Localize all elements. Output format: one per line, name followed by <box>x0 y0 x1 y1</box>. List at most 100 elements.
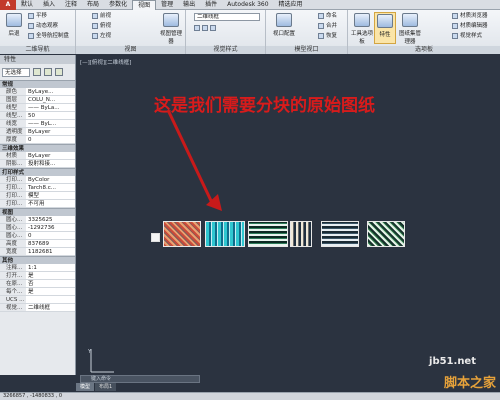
property-row[interactable]: 圆心... 3325625 <box>0 216 75 224</box>
tab-layout[interactable]: 布局 <box>82 0 104 10</box>
property-row[interactable]: 线型... 50 <box>0 112 75 120</box>
property-row[interactable]: 打印... ByColor <box>0 176 75 184</box>
selection-combo[interactable]: 无选择 <box>2 67 30 77</box>
property-row[interactable]: 宽度 1182681 <box>0 248 75 256</box>
visual-style-tools[interactable] <box>194 24 218 33</box>
edge-icon <box>202 24 208 31</box>
property-row[interactable]: 在原... 否 <box>0 280 75 288</box>
material-icon <box>452 12 458 19</box>
property-value[interactable]: ByLaye... <box>26 88 75 95</box>
property-value[interactable]: 是 <box>26 272 75 279</box>
property-value[interactable]: 不可用 <box>26 200 75 207</box>
property-value[interactable]: 0 <box>26 136 75 143</box>
property-value[interactable]: 二维线框 <box>26 304 75 311</box>
properties-button[interactable]: 特性 <box>374 12 396 44</box>
named-viewport-button[interactable]: 命名 <box>318 12 337 21</box>
back-button[interactable]: 后退 <box>3 12 25 44</box>
property-row[interactable]: 圆心... -1292736 <box>0 224 75 232</box>
full-wheel-button[interactable]: 全导航控制盘 <box>28 32 69 41</box>
property-value[interactable]: Tarch8.c... <box>26 184 75 191</box>
section-header[interactable]: 三维效果 <box>0 144 75 152</box>
property-value[interactable]: —— ByL... <box>26 120 75 127</box>
property-row[interactable]: 打开... 是 <box>0 272 75 280</box>
property-value[interactable]: ByLayer <box>26 152 75 159</box>
orbit-button[interactable]: 动态观察 <box>28 22 58 31</box>
property-value[interactable]: —— ByLa... <box>26 104 75 111</box>
property-row[interactable]: 线型 —— ByLa... <box>0 104 75 112</box>
property-row[interactable]: 高度 837689 <box>0 240 75 248</box>
join-viewport-button[interactable]: 合并 <box>318 22 337 31</box>
property-row[interactable]: 圆心... 0 <box>0 232 75 240</box>
restore-viewport-button[interactable]: 恢复 <box>318 32 337 41</box>
tab-parametric[interactable]: 参数化 <box>104 0 132 10</box>
view-front-button[interactable]: 前视 <box>92 12 111 21</box>
tab-manage[interactable]: 管理 <box>156 0 178 10</box>
property-row[interactable]: 图层 COLU_N... <box>0 96 75 104</box>
property-row[interactable]: 注释... 1:1 <box>0 264 75 272</box>
property-row[interactable]: 打印... 模型 <box>0 192 75 200</box>
section-header[interactable]: 视图 <box>0 208 75 216</box>
property-row[interactable]: 透明度 ByLayer <box>0 128 75 136</box>
property-row[interactable]: 材质 ByLayer <box>0 152 75 160</box>
tab-view[interactable]: 视图 <box>132 0 157 10</box>
drawing-area[interactable]: [—][俯视][二维线框] 这是我们需要分块的原始图纸 Y 键入命令 <box>76 55 500 383</box>
property-row[interactable]: 打印... Tarch8.c... <box>0 184 75 192</box>
material-browser-button[interactable]: 材质浏览器 <box>452 12 488 21</box>
tab-plugins[interactable]: 插件 <box>200 0 222 10</box>
property-key: 宽度 <box>6 249 18 255</box>
property-value[interactable] <box>26 296 75 303</box>
section-header[interactable]: 常规 <box>0 80 75 88</box>
property-row[interactable]: UCS ... <box>0 296 75 304</box>
command-line[interactable]: 键入命令 <box>80 375 200 383</box>
property-row[interactable]: 颜色 ByLaye... <box>0 88 75 96</box>
property-value[interactable]: 50 <box>26 112 75 119</box>
tab-annotate[interactable]: 注释 <box>60 0 82 10</box>
property-value[interactable]: ByLayer <box>26 128 75 135</box>
tab-output[interactable]: 输出 <box>178 0 200 10</box>
pan-button[interactable]: 平移 <box>28 12 47 21</box>
property-value[interactable]: 3325625 <box>26 216 75 223</box>
quick-select-icon[interactable] <box>55 68 63 76</box>
property-value[interactable]: 1:1 <box>26 264 75 271</box>
application-menu-button[interactable]: A <box>0 0 16 10</box>
tab-layout1[interactable]: 布局1 <box>95 383 117 391</box>
property-value[interactable]: 837689 <box>26 240 75 247</box>
select-objects-icon[interactable] <box>44 68 52 76</box>
toggle-pickadd-icon[interactable] <box>33 68 41 76</box>
view-manager-icon <box>163 13 179 27</box>
property-value[interactable]: 模型 <box>26 192 75 199</box>
tool-palettes-button[interactable]: 工具选项板 <box>351 12 373 45</box>
viewport-config-button[interactable]: 视口配置 <box>270 12 298 44</box>
property-key: 打印... <box>6 177 23 183</box>
view-manager-button[interactable]: 视图管理器 <box>158 12 184 45</box>
property-value[interactable]: 是 <box>26 288 75 295</box>
tab-insert[interactable]: 插入 <box>38 0 60 10</box>
property-row[interactable]: 每个... 是 <box>0 288 75 296</box>
property-row[interactable]: 厚度 0 <box>0 136 75 144</box>
property-row[interactable]: 视觉... 二维线框 <box>0 304 75 312</box>
visual-style-combo[interactable]: 二维线框 <box>194 13 260 21</box>
property-row[interactable]: 线宽 —— ByL... <box>0 120 75 128</box>
property-value[interactable]: 1182681 <box>26 248 75 255</box>
property-row[interactable]: 阴影... 投射和接... <box>0 160 75 168</box>
properties-icon <box>377 14 393 28</box>
tab-model[interactable]: 模型 <box>76 383 95 391</box>
material-editor-icon <box>452 22 458 29</box>
property-value[interactable]: 0 <box>26 232 75 239</box>
property-value[interactable]: ByColor <box>26 176 75 183</box>
property-value[interactable]: COLU_N... <box>26 96 75 103</box>
section-header[interactable]: 打印样式 <box>0 168 75 176</box>
section-header[interactable]: 其他 <box>0 256 75 264</box>
view-top-button[interactable]: 俯视 <box>92 22 111 31</box>
sheet-set-manager-button[interactable]: 图纸集管理器 <box>398 12 422 45</box>
visual-styles-button[interactable]: 视觉样式 <box>452 32 482 41</box>
tab-default[interactable]: 默认 <box>16 0 38 10</box>
property-value[interactable]: -1292736 <box>26 224 75 231</box>
property-value[interactable]: 投射和接... <box>26 160 75 167</box>
property-value[interactable]: 否 <box>26 280 75 287</box>
material-editor-button[interactable]: 材质编辑器 <box>452 22 488 31</box>
tab-featured-apps[interactable]: 精选应用 <box>274 0 308 10</box>
view-left-button[interactable]: 左视 <box>92 32 111 41</box>
tab-autodesk-360[interactable]: Autodesk 360 <box>222 0 273 10</box>
property-row[interactable]: 打印... 不可用 <box>0 200 75 208</box>
